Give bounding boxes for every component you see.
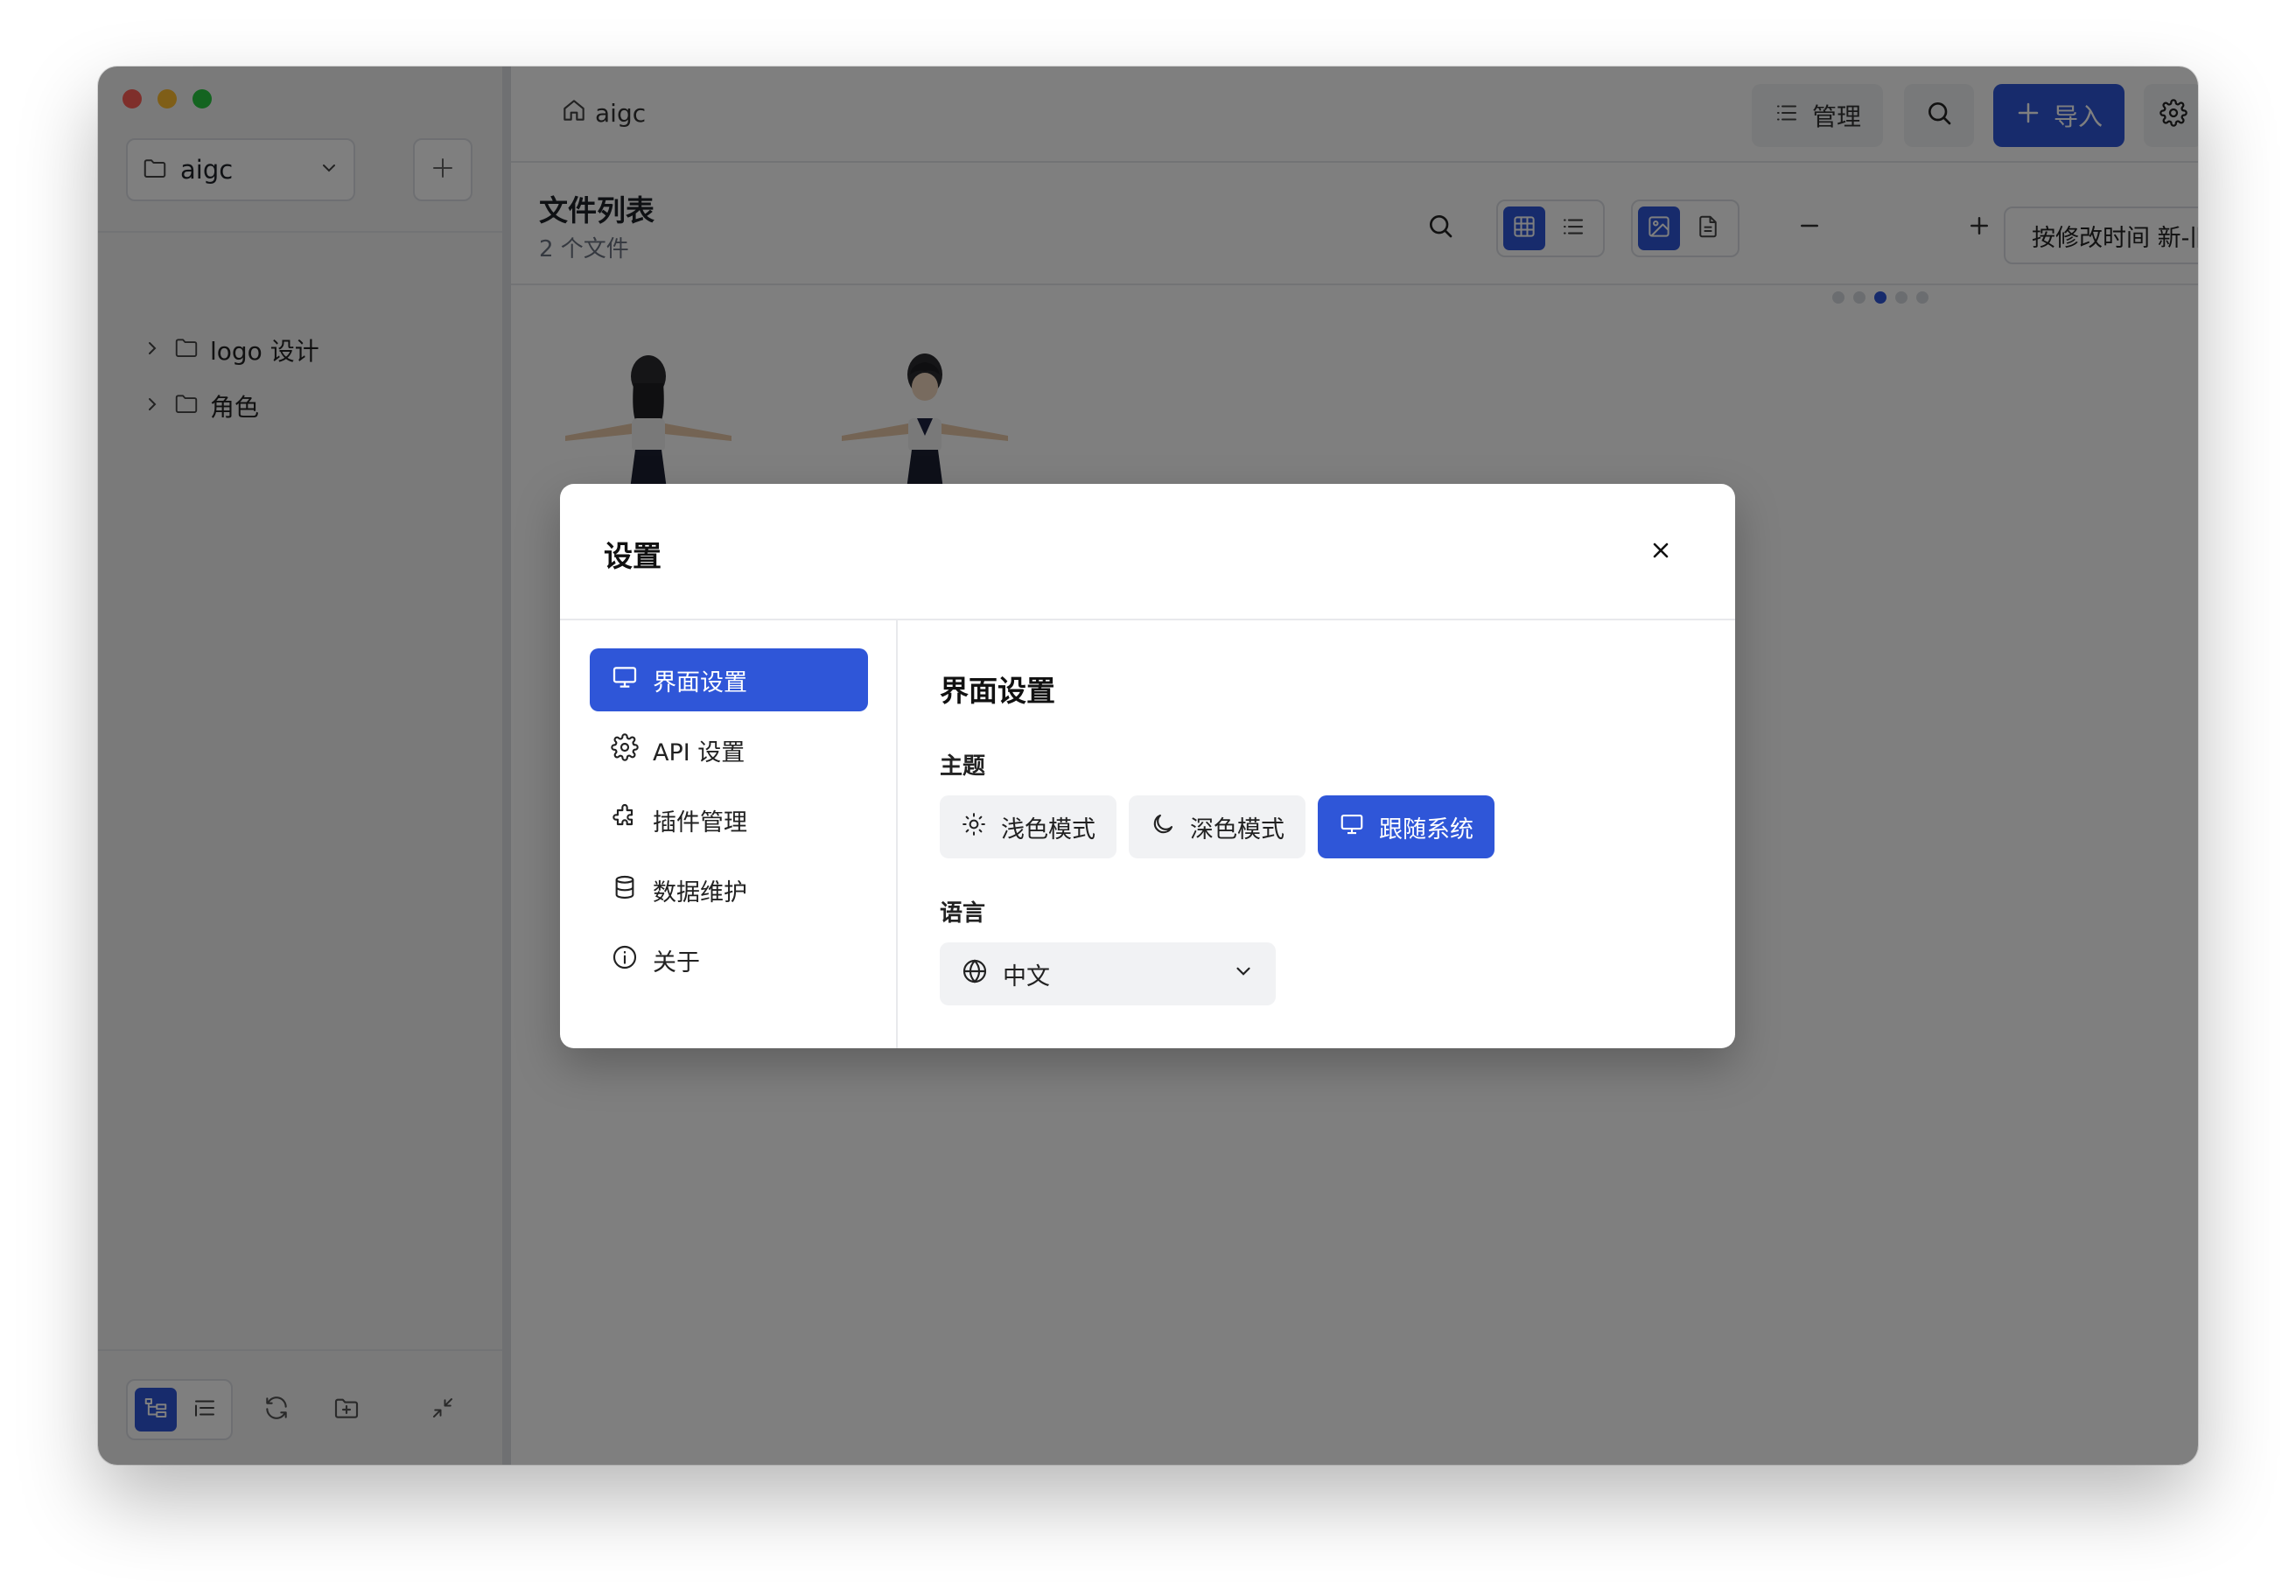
theme-dark-button[interactable]: 深色模式 — [1129, 795, 1306, 858]
language-select[interactable]: 中文 — [940, 942, 1276, 1005]
nav-label: API 设置 — [653, 738, 746, 766]
gear-icon — [611, 732, 653, 767]
language-value: 中文 — [1003, 962, 1050, 990]
nav-about[interactable]: 关于 — [590, 928, 868, 991]
puzzle-icon — [611, 803, 653, 837]
monitor-icon — [611, 663, 653, 697]
nav-label: 数据维护 — [653, 878, 747, 906]
nav-label: 关于 — [653, 948, 700, 976]
nav-api-settings[interactable]: API 设置 — [590, 718, 868, 781]
theme-option-label: 深色模式 — [1190, 816, 1284, 844]
theme-system-button[interactable]: 跟随系统 — [1318, 795, 1494, 858]
close-icon — [1648, 538, 1673, 566]
monitor-icon — [1339, 811, 1379, 844]
database-icon — [611, 873, 653, 907]
dialog-nav-divider — [896, 620, 898, 1048]
sun-icon — [961, 811, 1001, 844]
nav-label: 界面设置 — [653, 668, 747, 696]
nav-label: 插件管理 — [653, 808, 747, 836]
dialog-divider — [560, 619, 1735, 620]
settings-dialog: 设置 界面设置 API 设置 插件管理 数据维护 关于 界面设置 主题 浅色模式… — [560, 484, 1735, 1048]
nav-data-maintenance[interactable]: 数据维护 — [590, 858, 868, 921]
nav-interface-settings[interactable]: 界面设置 — [590, 648, 868, 711]
language-label: 语言 — [940, 900, 986, 927]
dialog-title: 设置 — [604, 539, 662, 573]
info-icon — [611, 943, 653, 977]
chevron-down-icon — [1232, 960, 1255, 989]
nav-plugin-management[interactable]: 插件管理 — [590, 788, 868, 851]
section-title: 界面设置 — [940, 674, 1055, 708]
theme-option-label: 跟随系统 — [1379, 816, 1474, 844]
moon-icon — [1150, 811, 1190, 844]
theme-label: 主题 — [940, 753, 986, 780]
close-dialog-button[interactable] — [1634, 526, 1687, 578]
theme-option-label: 浅色模式 — [1001, 816, 1096, 844]
theme-light-button[interactable]: 浅色模式 — [940, 795, 1116, 858]
globe-icon — [961, 957, 989, 991]
